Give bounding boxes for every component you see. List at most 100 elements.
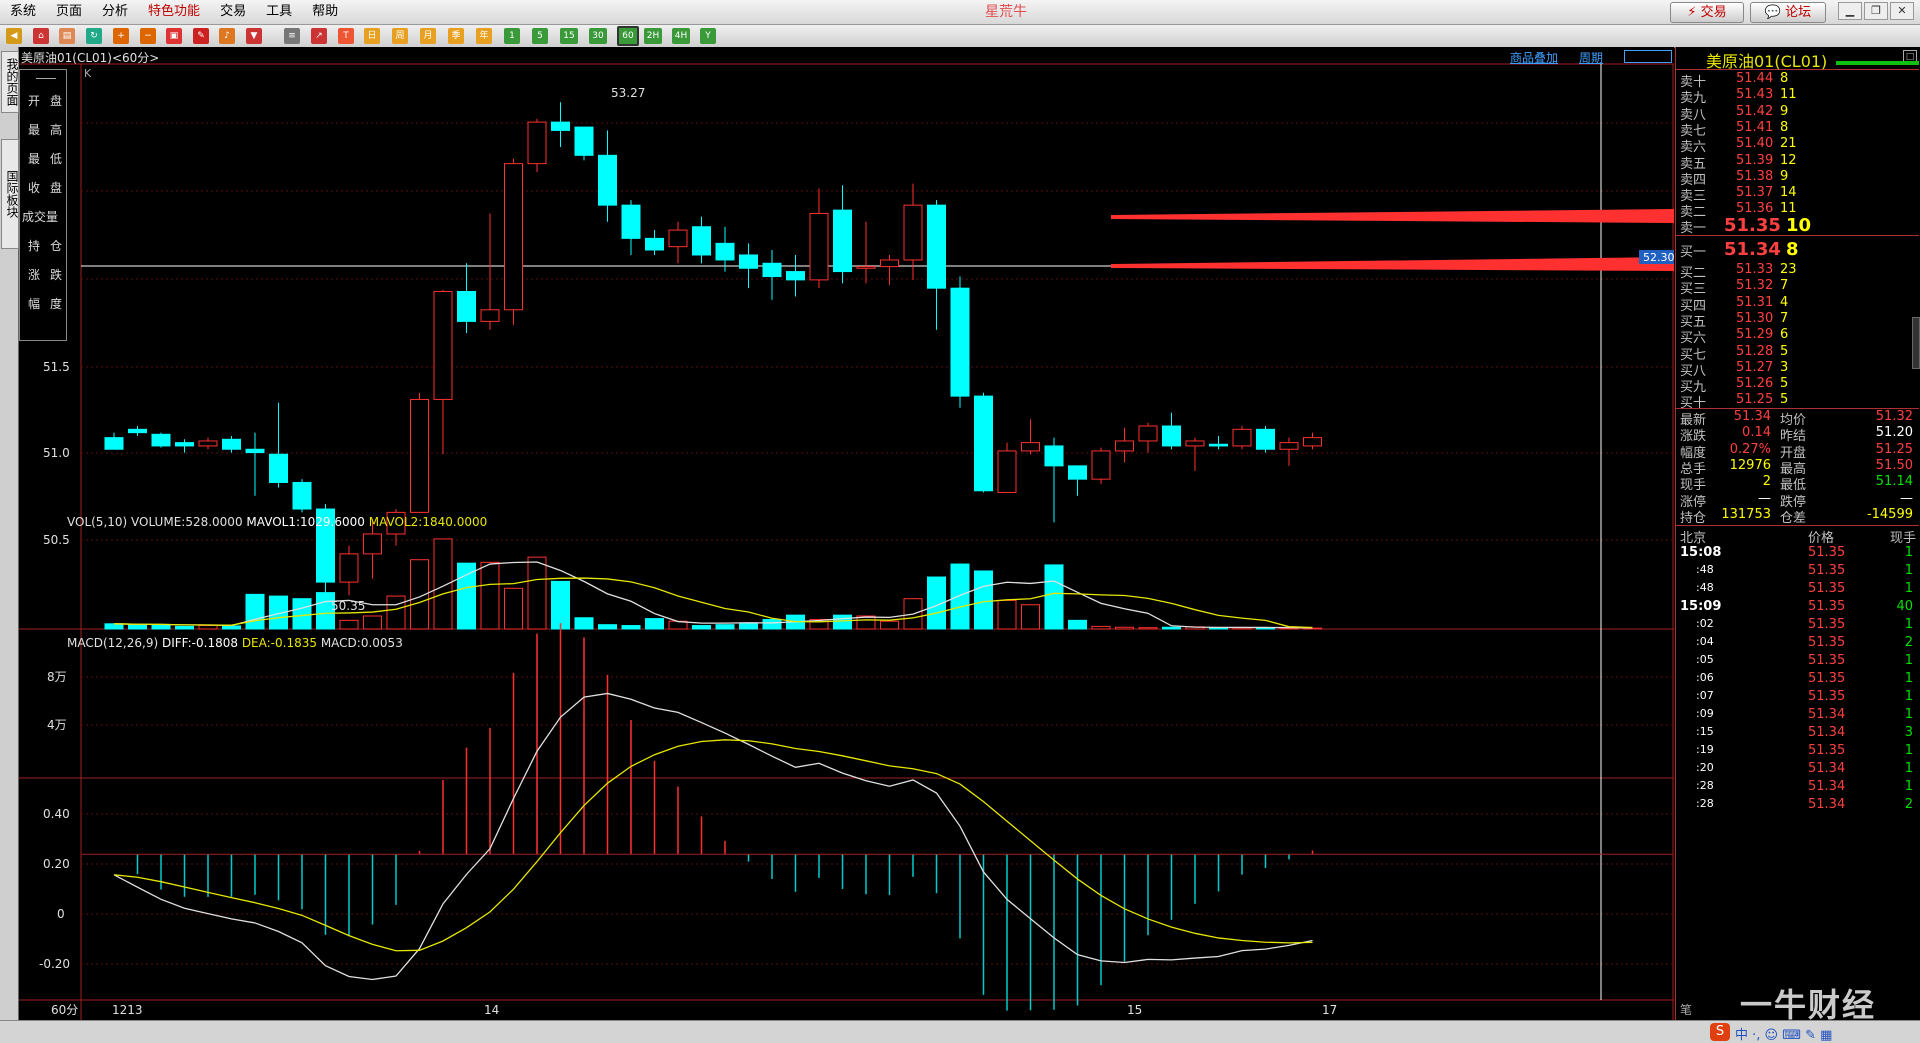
list-icon[interactable]: ≡ (284, 28, 300, 44)
candle-body (1068, 465, 1087, 480)
tick-time: :19 (1696, 743, 1714, 756)
ohlc-info-box: 开 盘 最 高 最 低 收 盘 成交量 持 仓 涨 跌 幅 度 (19, 69, 67, 341)
period-day[interactable]: 日 (364, 28, 380, 44)
period-4h[interactable]: 4H (672, 28, 690, 44)
ticks-header: 北京 价格 现手 (1676, 527, 1919, 546)
zoom-out-icon[interactable]: − (140, 28, 156, 44)
candle-body (856, 266, 876, 269)
bid-level-row[interactable]: 买一 51.34 8 (1676, 239, 1919, 260)
open-label-2: 盘 (50, 94, 63, 108)
tab-my-page[interactable]: 我的页面 (1, 51, 19, 113)
volume-bar (1162, 626, 1181, 630)
candle-body (997, 450, 1017, 493)
menu-tools[interactable]: 工具 (256, 0, 302, 24)
panel-scrollbar[interactable] (1912, 317, 1920, 369)
period-5min[interactable]: 5 (532, 28, 548, 44)
bid-level-volume: 5 (1780, 392, 1789, 408)
candle-body (480, 309, 500, 322)
candle-body (880, 259, 899, 268)
tick-row: :20 51.34 1 (1676, 761, 1919, 780)
zoom-in-icon[interactable]: + (113, 28, 129, 44)
period-week[interactable]: 周 (392, 28, 408, 44)
period-2h[interactable]: 2H (644, 28, 662, 44)
bid-level-price: 51.31 (1736, 294, 1774, 310)
maximize-button[interactable]: ❐ (1864, 2, 1888, 20)
bid-level-volume: 7 (1780, 278, 1789, 294)
candle-body (1021, 442, 1040, 452)
period-quarter[interactable]: 季 (448, 28, 464, 44)
period-30min[interactable]: 30 (589, 28, 607, 44)
period-1min[interactable]: 1 (504, 28, 520, 44)
link-period[interactable]: 周期 (1579, 49, 1603, 66)
menu-special[interactable]: 特色功能 (138, 0, 210, 24)
tick-volume: 2 (1904, 797, 1913, 812)
home-icon[interactable]: ⌂ (33, 28, 49, 44)
menu-system[interactable]: 系统 (0, 0, 46, 24)
trade-button[interactable]: ⚡ 交易 (1670, 2, 1744, 23)
bid-level-price: 51.27 (1736, 359, 1774, 375)
volume-bar (504, 587, 523, 630)
tick-icon[interactable]: T (338, 28, 354, 44)
forum-button[interactable]: 💬 论坛 (1750, 2, 1826, 23)
candle-body (739, 254, 758, 269)
tick-row: :02 51.35 1 (1676, 617, 1919, 636)
board-icon[interactable]: ▤ (59, 28, 75, 44)
tick-price: 51.35 (1808, 635, 1846, 650)
volume-label: 成交量 (22, 210, 59, 224)
volume-bar (151, 624, 171, 630)
volume-bar (715, 624, 735, 630)
period-15min[interactable]: 15 (560, 28, 578, 44)
current-price-tag-text: 52.30 (1643, 251, 1674, 264)
chat-bubble-icon: 💬 (1764, 5, 1782, 20)
ime-toolbar-icons[interactable]: 中 ·, ☺ ⌨ ✎ ▦ (1735, 1024, 1832, 1043)
low-price-label: 50.35 (331, 599, 365, 613)
ask-level-label: 卖一 (1680, 221, 1707, 236)
period-year[interactable]: 年 (476, 28, 492, 44)
menu-help[interactable]: 帮助 (302, 0, 348, 24)
period-month[interactable]: 月 (420, 28, 436, 44)
ask-level-price: 51.38 (1736, 168, 1774, 184)
macd-value: MACD:0.0053 (320, 636, 403, 650)
volume-bar (739, 623, 758, 630)
close-button[interactable]: ✕ (1890, 2, 1914, 20)
refresh-icon[interactable]: ↻ (86, 28, 102, 44)
candle-body (598, 154, 617, 206)
period-60min[interactable]: 60 (617, 26, 639, 46)
kline-chart[interactable]: 51.5 51.0 50.5 8万 4万 0.40 0.20 0 -0.20 6… (19, 47, 1674, 1020)
volume-bar (950, 563, 970, 630)
bid-level-price: 51.28 (1736, 343, 1774, 359)
menu-analysis[interactable]: 分析 (92, 0, 138, 24)
tab-international-board[interactable]: 国际板块 (1, 139, 19, 249)
volume-tick-1: 8万 (47, 670, 67, 684)
left-sidebar: 我的页面 国际板块 (0, 47, 19, 1020)
price-tick-1: 51.5 (43, 360, 70, 374)
oi-label-2: 仓 (50, 239, 63, 253)
candle-body (574, 126, 594, 156)
ask-level-row[interactable]: 卖一 51.35 10 (1676, 215, 1919, 236)
volume-bar (880, 620, 899, 630)
chart-icon[interactable]: ↗ (311, 28, 327, 44)
high-label-2: 高 (50, 123, 63, 137)
volume-tick-2: 4万 (47, 718, 67, 732)
stat-label-right: 仓差 (1780, 510, 1807, 526)
sogou-icon[interactable]: S (1710, 1023, 1730, 1041)
tick-volume: 1 (1904, 707, 1913, 722)
chart-area[interactable]: 51.5 51.0 50.5 8万 4万 0.40 0.20 0 -0.20 6… (19, 47, 1674, 1020)
link-overlay[interactable]: 商品叠加 (1510, 49, 1558, 66)
layout-toggle-icon[interactable] (1624, 50, 1672, 63)
ask-level-volume: 9 (1780, 168, 1789, 184)
bell-icon[interactable]: ♪ (219, 28, 235, 44)
back-arrow-icon[interactable]: ◀ (6, 28, 22, 44)
window-icon[interactable]: ▣ (166, 28, 182, 44)
filter-icon[interactable]: ▼ (246, 28, 262, 44)
period-y[interactable]: Y (700, 28, 716, 44)
minimize-button[interactable]: ▁ (1838, 2, 1862, 20)
pencil-icon[interactable]: ✎ (193, 28, 209, 44)
change-label-2: 跌 (50, 268, 63, 282)
stat-value-left: 0.27% (1729, 441, 1771, 457)
tick-row: :28 51.34 1 (1676, 779, 1919, 798)
menu-page[interactable]: 页面 (46, 0, 92, 24)
candle-body (1256, 428, 1275, 450)
menu-trade[interactable]: 交易 (210, 0, 256, 24)
tick-volume: 1 (1904, 653, 1913, 668)
